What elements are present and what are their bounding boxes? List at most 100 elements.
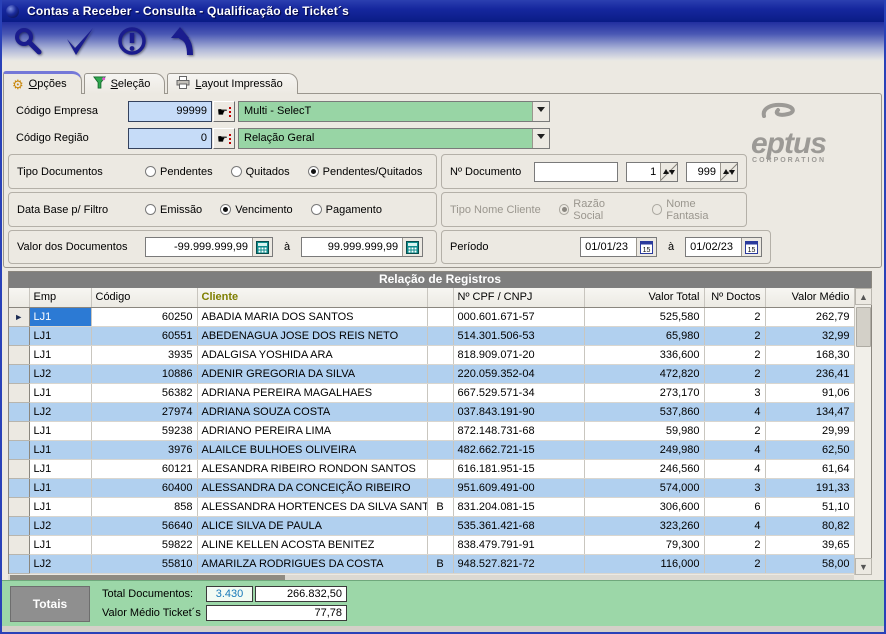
col-valor-medio[interactable]: Valor Médio: [765, 288, 854, 307]
col-valor-total[interactable]: Valor Total: [584, 288, 704, 307]
radio-pendentes-quitados[interactable]: Pendentes/Quitados: [308, 166, 423, 178]
cell[interactable]: [427, 421, 453, 440]
cell[interactable]: 249,980: [584, 440, 704, 459]
table-row[interactable]: LJ256640ALICE SILVA DE PAULA535.361.421-…: [9, 516, 854, 535]
cell[interactable]: 2: [704, 554, 765, 573]
cell[interactable]: 323,260: [584, 516, 704, 535]
cell[interactable]: 537,860: [584, 402, 704, 421]
cell[interactable]: 535.361.421-68: [453, 516, 584, 535]
spin-arrows-icon[interactable]: [720, 163, 737, 181]
table-row[interactable]: LJ160121ALESANDRA RIBEIRO RONDON SANTOS6…: [9, 459, 854, 478]
cell[interactable]: 574,000: [584, 478, 704, 497]
cell[interactable]: LJ2: [29, 364, 91, 383]
cell[interactable]: 60551: [91, 326, 197, 345]
cell[interactable]: LJ2: [29, 554, 91, 573]
cell[interactable]: 000.601.671-57: [453, 307, 584, 326]
cell[interactable]: LJ2: [29, 516, 91, 535]
valor-to-input[interactable]: 99.999.999,99: [301, 237, 423, 257]
calendar-icon[interactable]: 15: [741, 238, 761, 256]
cell[interactable]: 838.479.791-91: [453, 535, 584, 554]
cell[interactable]: 27974: [91, 402, 197, 421]
search-button[interactable]: [10, 26, 46, 58]
back-button[interactable]: [166, 26, 202, 58]
scroll-down-button[interactable]: ▼: [855, 558, 872, 575]
col-cliente[interactable]: Cliente: [197, 288, 427, 307]
table-row[interactable]: LJ13935ADALGISA YOSHIDA ARA818.909.071-2…: [9, 345, 854, 364]
cell[interactable]: 4: [704, 459, 765, 478]
cell[interactable]: 62,50: [765, 440, 854, 459]
cell[interactable]: LJ1: [29, 326, 91, 345]
cell[interactable]: LJ1: [29, 535, 91, 554]
radio-pendentes[interactable]: Pendentes: [145, 166, 213, 178]
cell[interactable]: LJ1: [29, 459, 91, 478]
cell[interactable]: 336,600: [584, 345, 704, 364]
cell[interactable]: [427, 364, 453, 383]
num-documento-input[interactable]: [534, 162, 619, 182]
cell[interactable]: LJ1: [29, 421, 91, 440]
cell[interactable]: 2: [704, 307, 765, 326]
cell[interactable]: 3: [704, 383, 765, 402]
cell[interactable]: 306,600: [584, 497, 704, 516]
cell[interactable]: 2: [704, 535, 765, 554]
cell[interactable]: 61,64: [765, 459, 854, 478]
cell[interactable]: 10886: [91, 364, 197, 383]
cell[interactable]: 58,00: [765, 554, 854, 573]
vertical-scrollbar[interactable]: ▲ ▼: [854, 288, 871, 575]
tab-selecao[interactable]: Seleção: [84, 73, 166, 94]
cell[interactable]: 51,10: [765, 497, 854, 516]
cell[interactable]: LJ1: [29, 383, 91, 402]
cell[interactable]: AMARILZA RODRIGUES DA COSTA: [197, 554, 427, 573]
cell[interactable]: ADRIANA PEREIRA MAGALHAES: [197, 383, 427, 402]
cell[interactable]: 2: [704, 364, 765, 383]
cell[interactable]: 80,82: [765, 516, 854, 535]
table-row[interactable]: LJ210886ADENIR GREGORIA DA SILVA 220.059.…: [9, 364, 854, 383]
cell[interactable]: 59822: [91, 535, 197, 554]
radio-quitados[interactable]: Quitados: [231, 166, 290, 178]
cell[interactable]: 951.609.491-00: [453, 478, 584, 497]
col-flag[interactable]: [427, 288, 453, 307]
col-num-doctos[interactable]: Nº Doctos: [704, 288, 765, 307]
tab-opcoes[interactable]: ⚙ Opções: [3, 71, 82, 94]
cell[interactable]: 56382: [91, 383, 197, 402]
cell[interactable]: 667.529.571-34: [453, 383, 584, 402]
cell[interactable]: 191,33: [765, 478, 854, 497]
cell[interactable]: ADRIANA SOUZA COSTA: [197, 402, 427, 421]
cell[interactable]: 236,41: [765, 364, 854, 383]
table-row[interactable]: LJ227974ADRIANA SOUZA COSTA037.843.191-9…: [9, 402, 854, 421]
cell[interactable]: LJ1: [29, 478, 91, 497]
cell[interactable]: 59238: [91, 421, 197, 440]
cell[interactable]: 32,99: [765, 326, 854, 345]
cell[interactable]: 4: [704, 516, 765, 535]
cell[interactable]: [427, 535, 453, 554]
alert-button[interactable]: [114, 26, 150, 58]
cell[interactable]: [427, 383, 453, 402]
cell[interactable]: 616.181.951-15: [453, 459, 584, 478]
radio-pagamento[interactable]: Pagamento: [311, 204, 382, 216]
cell[interactable]: ADENIR GREGORIA DA SILVA: [197, 364, 427, 383]
table-row[interactable]: LJ156382ADRIANA PEREIRA MAGALHAES 667.529…: [9, 383, 854, 402]
cell[interactable]: ADRIANO PEREIRA LIMA: [197, 421, 427, 440]
cell[interactable]: ALESSANDRA HORTENCES DA SILVA SANTOS: [197, 497, 427, 516]
cell[interactable]: 39,65: [765, 535, 854, 554]
cell[interactable]: 60400: [91, 478, 197, 497]
cell[interactable]: 2: [704, 421, 765, 440]
cell[interactable]: 2: [704, 326, 765, 345]
calendar-icon[interactable]: 15: [636, 238, 656, 256]
cell[interactable]: 220.059.352-04: [453, 364, 584, 383]
calculator-icon[interactable]: [402, 238, 422, 256]
cell[interactable]: 56640: [91, 516, 197, 535]
table-row[interactable]: ►LJ160250ABADIA MARIA DOS SANTOS000.601.…: [9, 307, 854, 326]
cell[interactable]: 168,30: [765, 345, 854, 364]
cell[interactable]: [427, 440, 453, 459]
cell[interactable]: 948.527.821-72: [453, 554, 584, 573]
codigo-empresa-lookup-button[interactable]: ☛: [213, 101, 235, 122]
cell[interactable]: 818.909.071-20: [453, 345, 584, 364]
cell[interactable]: 831.204.081-15: [453, 497, 584, 516]
spin-arrows-icon[interactable]: [660, 163, 677, 181]
codigo-empresa-input[interactable]: 99999: [128, 101, 212, 122]
cell[interactable]: LJ1: [29, 307, 91, 326]
cell[interactable]: 3935: [91, 345, 197, 364]
cell[interactable]: ADALGISA YOSHIDA ARA: [197, 345, 427, 364]
cell[interactable]: 60250: [91, 307, 197, 326]
cell[interactable]: ABEDENAGUA JOSE DOS REIS NETO: [197, 326, 427, 345]
